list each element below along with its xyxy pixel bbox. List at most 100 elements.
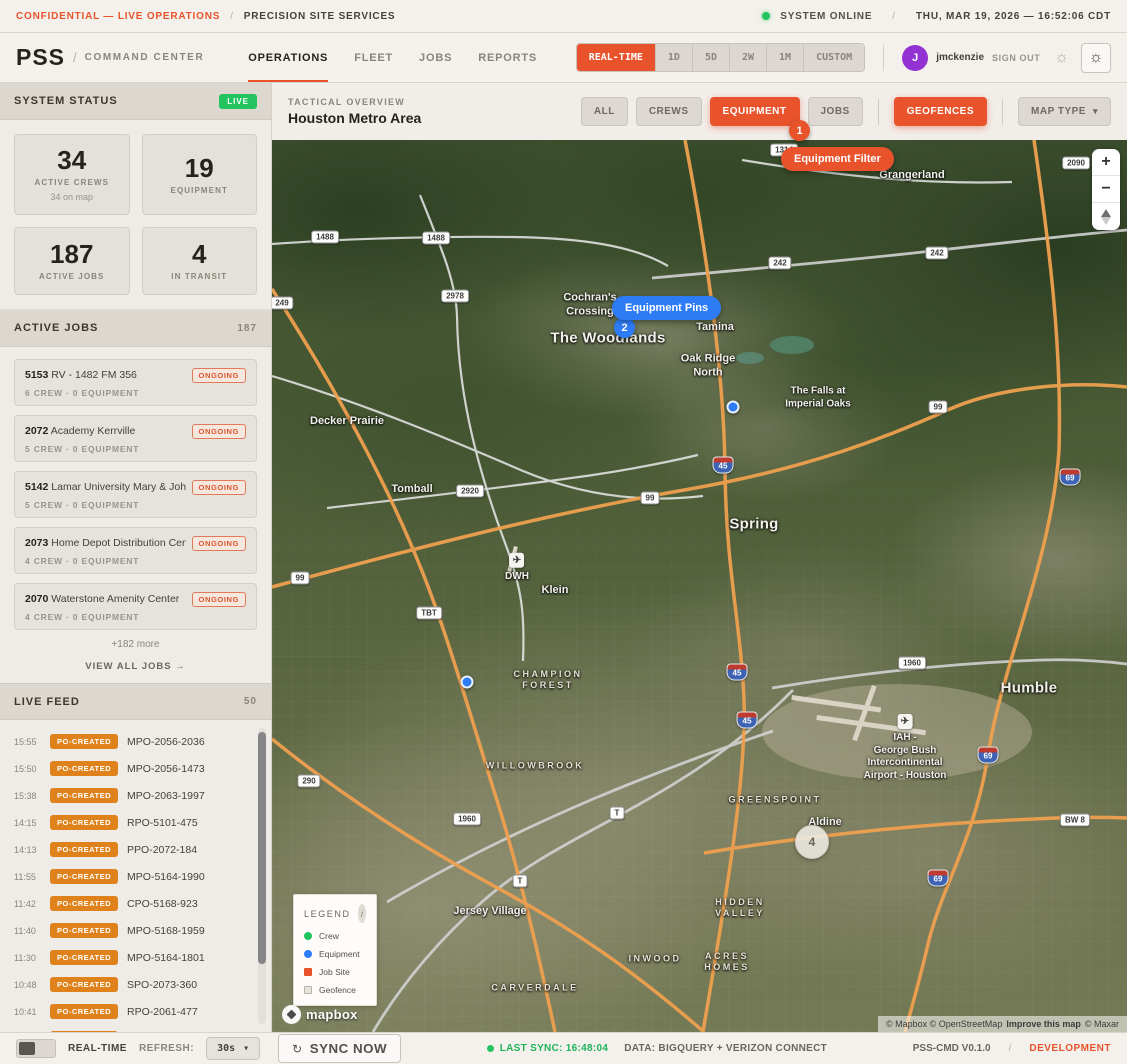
app-header: PSS / COMMAND CENTER OPERATIONSFLEETJOBS… — [0, 33, 1127, 83]
legend-item-equipment: Equipment — [304, 949, 366, 959]
stat-value: 187 — [50, 241, 93, 267]
feed-item: 15:38PO-CREATEDMPO-2063-1997 — [14, 782, 251, 809]
divider — [878, 99, 879, 125]
improve-map-link[interactable]: Improve this map — [1006, 1019, 1081, 1029]
info-icon[interactable]: i — [358, 904, 366, 923]
job-card[interactable]: 2070 Waterstone Amenity CenterONGOING4 C… — [14, 583, 257, 630]
status-badge: ONGOING — [192, 424, 246, 439]
equipment-pin[interactable] — [727, 401, 740, 414]
job-card[interactable]: 2072 Academy KerrvilleONGOING5 CREW · 0 … — [14, 415, 257, 462]
stat-card-equipment: 19EQUIPMENT — [142, 134, 258, 215]
job-title: 5153 RV - 1482 FM 356 — [25, 368, 186, 383]
feed-code: SPO-2073-360 — [127, 979, 197, 991]
legend-label: Geofence — [319, 985, 356, 995]
user-block: J jmckenzie SIGN OUT — [883, 45, 1040, 71]
zoom-in-button[interactable]: + — [1092, 149, 1120, 176]
job-card[interactable]: 5153 RV - 1482 FM 356ONGOING6 CREW · 0 E… — [14, 359, 257, 406]
map-type-button[interactable]: MAP TYPE▾ — [1018, 97, 1111, 126]
app-version: PSS-CMD V0.1.0 — [913, 1043, 991, 1054]
time-range-selector: REAL-TIME1D5D2W1MCUSTOM — [576, 43, 866, 72]
road-shield: 2978 — [441, 290, 469, 303]
tab-operations[interactable]: OPERATIONS — [248, 33, 328, 82]
status-badge: ONGOING — [192, 592, 246, 607]
active-jobs-title: ACTIVE JOBS — [14, 322, 98, 334]
refresh-interval-select[interactable]: 30s ▾ — [206, 1037, 260, 1060]
map-filter-group: ALL CREWS EQUIPMENT JOBS — [581, 97, 863, 126]
feed-time: 14:15 — [14, 818, 41, 828]
map-label-place: Oak Ridge North — [681, 352, 735, 380]
job-id: 2073 — [25, 537, 48, 549]
mapbox-icon — [282, 1005, 301, 1024]
realtime-toggle[interactable] — [16, 1039, 56, 1058]
job-card-top: 5142 Lamar University Mary & John Gray L… — [25, 480, 246, 495]
job-id: 2070 — [25, 593, 48, 605]
job-id: 2072 — [25, 425, 48, 437]
sign-out-button[interactable]: SIGN OUT — [992, 53, 1040, 63]
feed-item: 11:55PO-CREATEDMPO-5164-1990 — [14, 863, 251, 890]
more-jobs-label: +182 more — [0, 630, 271, 652]
map-label-place: Decker Prairie — [310, 415, 384, 429]
job-card[interactable]: 2073 Home Depot Distribution Center Repa… — [14, 527, 257, 574]
status-badge: ONGOING — [192, 368, 246, 383]
road-shield: 249 — [272, 297, 294, 310]
job-list: 5153 RV - 1482 FM 356ONGOING6 CREW · 0 E… — [0, 347, 271, 630]
tab-fleet[interactable]: FLEET — [354, 33, 393, 82]
map-label-place: Spring — [729, 516, 778, 535]
job-card[interactable]: 5142 Lamar University Mary & John Gray L… — [14, 471, 257, 518]
view-all-jobs-link[interactable]: VIEW ALL JOBS → — [0, 652, 271, 683]
cluster-marker[interactable]: 4 — [795, 825, 829, 859]
live-feed-list[interactable]: 15:55PO-CREATEDMPO-2056-203615:50PO-CREA… — [0, 720, 271, 1032]
job-meta: 4 CREW · 0 EQUIPMENT — [25, 612, 246, 622]
filter-crews-button[interactable]: CREWS — [636, 97, 702, 126]
company-name: PRECISION SITE SERVICES — [244, 11, 396, 22]
sync-now-button[interactable]: ↻ SYNC NOW — [278, 1034, 401, 1063]
app-logo: PSS — [16, 44, 65, 71]
brightness-icon[interactable]: ☼ — [1054, 49, 1069, 67]
annotation-equipment-filter: Equipment Filter — [781, 147, 894, 171]
feed-event-badge: PO-CREATED — [50, 950, 118, 965]
live-badge: LIVE — [219, 94, 257, 109]
feed-time: 10:41 — [14, 1007, 41, 1017]
filter-equipment-button[interactable]: EQUIPMENT — [710, 97, 800, 126]
legend-label: Crew — [319, 931, 339, 941]
feed-code: MPO-2056-2036 — [127, 736, 205, 748]
road-shield: 290 — [297, 775, 320, 788]
road-shield: BW 8 — [1060, 814, 1090, 827]
separator: / — [1009, 1043, 1012, 1054]
data-source-label: DATA: BIGQUERY + VERIZON CONNECT — [624, 1043, 827, 1054]
feed-code: MPO-2063-1997 — [127, 790, 205, 802]
mapbox-wordmark: mapbox — [306, 1007, 358, 1022]
main-tabs: OPERATIONS FLEET JOBS REPORTS — [248, 33, 537, 82]
separator: / — [892, 11, 896, 22]
status-badge: ONGOING — [192, 480, 246, 495]
map-label-place: Jersey Village — [453, 905, 526, 919]
bottom-bar: REAL-TIME REFRESH: 30s ▾ ↻ SYNC NOW LAST… — [0, 1032, 1127, 1064]
map-attribution: © Mapbox © OpenStreetMap Improve this ma… — [878, 1016, 1127, 1032]
theme-toggle-button[interactable]: ☼ — [1081, 43, 1111, 73]
range-2w[interactable]: 2W — [729, 44, 766, 71]
range-1d[interactable]: 1D — [655, 44, 692, 71]
system-status-title: SYSTEM STATUS — [14, 95, 118, 107]
range-5d[interactable]: 5D — [692, 44, 729, 71]
map-canvas[interactable]: GrangerlandDecker PrairieCochran's Cross… — [272, 140, 1127, 1032]
range-1m[interactable]: 1M — [766, 44, 803, 71]
legend-label: Job Site — [319, 967, 350, 977]
filter-all-button[interactable]: ALL — [581, 97, 628, 126]
tab-reports[interactable]: REPORTS — [478, 33, 537, 82]
airplane-icon: ✈ — [897, 714, 912, 729]
geofences-button[interactable]: GEOFENCES — [894, 97, 987, 126]
road-shield: 45 — [737, 712, 758, 729]
zoom-out-button[interactable]: − — [1092, 176, 1120, 203]
range-custom[interactable]: CUSTOM — [803, 44, 864, 71]
job-title: 2072 Academy Kerrville — [25, 424, 186, 439]
tab-jobs[interactable]: JOBS — [419, 33, 452, 82]
feed-event-badge: PO-CREATED — [50, 1004, 118, 1019]
filter-jobs-button[interactable]: JOBS — [808, 97, 863, 126]
scrollbar-thumb[interactable] — [258, 732, 266, 964]
feed-time: 15:38 — [14, 791, 41, 801]
range-real-time[interactable]: REAL-TIME — [577, 44, 655, 71]
equipment-pin[interactable] — [461, 676, 474, 689]
road-shield: 99 — [641, 492, 660, 505]
compass-button[interactable] — [1092, 203, 1120, 230]
geofence-swatch-icon — [304, 986, 312, 994]
